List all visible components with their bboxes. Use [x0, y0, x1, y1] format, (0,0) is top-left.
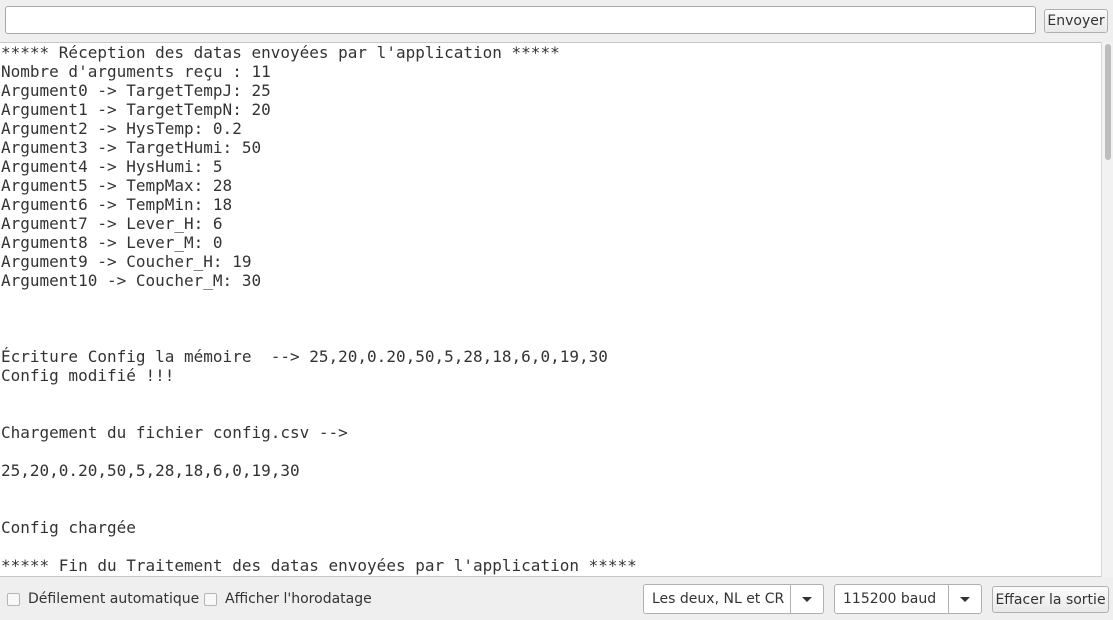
- chevron-down-icon: [960, 597, 970, 602]
- timestamp-option[interactable]: Afficher l'horodatage: [204, 591, 372, 607]
- baud-rate-dropdown-button[interactable]: [948, 585, 981, 613]
- output-line: Argument9 -> Coucher_H: 19: [1, 252, 252, 271]
- output-line: Argument0 -> TargetTempJ: 25: [1, 81, 271, 100]
- output-scrollbar-thumb[interactable]: [1105, 44, 1111, 160]
- output-line: Argument5 -> TempMax: 28: [1, 176, 233, 195]
- output-line: Argument3 -> TargetHumi: 50: [1, 138, 262, 157]
- autoscroll-checkbox[interactable]: [7, 592, 20, 606]
- output-line: Argument8 -> Lever_M: 0: [1, 233, 223, 252]
- chevron-down-icon: [802, 597, 812, 602]
- output-line: 25,20,0.20,50,5,28,18,6,0,19,30: [1, 461, 300, 480]
- output-line: ***** Réception des datas envoyées par l…: [1, 43, 560, 62]
- output-line: Écriture Config la mémoire --> 25,20,0.2…: [1, 347, 608, 366]
- output-line: Nombre d'arguments reçu : 11: [1, 62, 271, 81]
- autoscroll-option[interactable]: Défilement automatique: [7, 591, 199, 607]
- serial-output-text: ***** Réception des datas envoyées par l…: [1, 43, 637, 575]
- output-line: Argument7 -> Lever_H: 6: [1, 214, 223, 233]
- output-line: Chargement du fichier config.csv -->: [1, 423, 348, 442]
- autoscroll-label: Défilement automatique: [28, 591, 200, 607]
- send-bar: Envoyer: [0, 0, 1113, 42]
- send-button[interactable]: Envoyer: [1044, 9, 1108, 33]
- output-line: Config modifié !!!: [1, 366, 175, 385]
- timestamp-label: Afficher l'horodatage: [225, 591, 372, 607]
- line-ending-select[interactable]: Les deux, NL et CR: [643, 584, 824, 614]
- output-line: Config chargée: [1, 518, 136, 537]
- output-scrollbar[interactable]: [1101, 42, 1113, 577]
- line-ending-dropdown-button[interactable]: [790, 585, 823, 613]
- clear-output-button[interactable]: Effacer la sortie: [992, 586, 1109, 613]
- output-line: ***** Fin du Traitement des datas envoyé…: [1, 556, 637, 575]
- baud-rate-value: 115200 baud: [843, 591, 937, 607]
- output-line: Argument1 -> TargetTempN: 20: [1, 100, 271, 119]
- output-line: Argument10 -> Coucher_M: 30: [1, 271, 262, 290]
- output-line: Argument2 -> HysTemp: 0.2: [1, 119, 242, 138]
- send-input[interactable]: [5, 6, 1036, 34]
- bottom-bar: Défilement automatique Afficher l'horoda…: [0, 578, 1113, 620]
- timestamp-checkbox[interactable]: [204, 592, 217, 606]
- line-ending-value: Les deux, NL et CR: [652, 591, 785, 607]
- output-line: Argument6 -> TempMin: 18: [1, 195, 233, 214]
- baud-rate-select[interactable]: 115200 baud: [834, 584, 982, 614]
- serial-output-area[interactable]: ***** Réception des datas envoyées par l…: [0, 42, 1101, 577]
- output-line: Argument4 -> HysHumi: 5: [1, 157, 223, 176]
